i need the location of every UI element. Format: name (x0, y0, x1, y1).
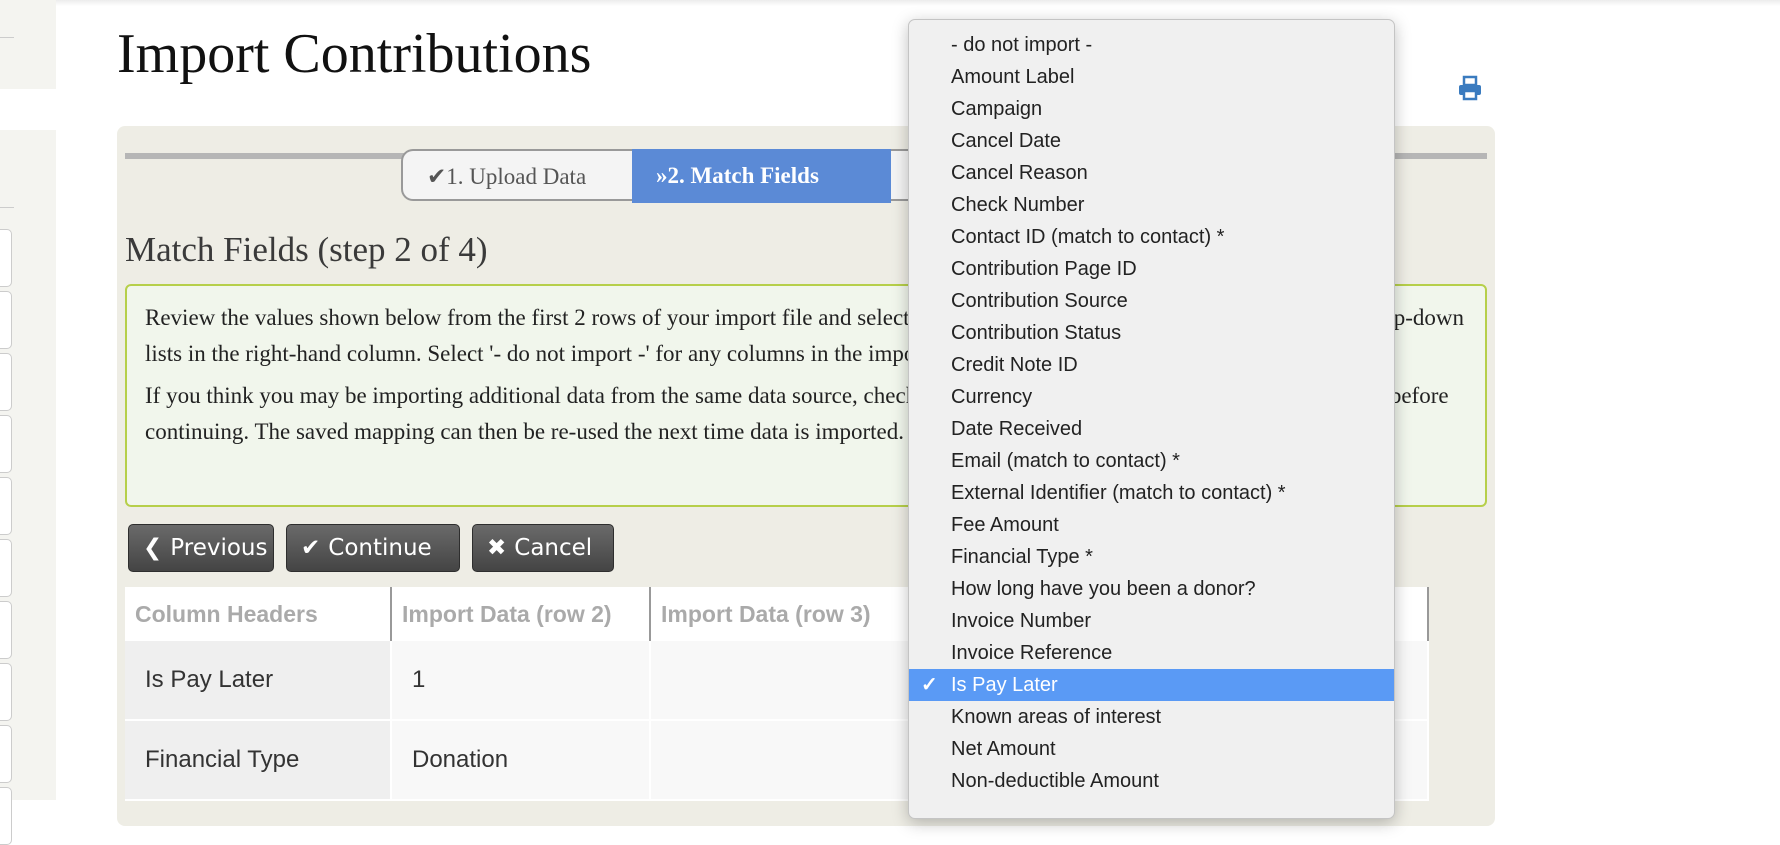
table-cell: Financial Type (125, 720, 392, 801)
continue-label: Continue (328, 535, 432, 561)
page-title: Import Contributions (117, 23, 592, 85)
dropdown-option[interactable]: ✓ Is Pay Later (909, 669, 1394, 701)
dropdown-option[interactable]: Net Amount (909, 733, 1394, 765)
sidebar-input[interactable] (0, 477, 12, 535)
tab-upload-data[interactable]: ✔1. Upload Data (401, 149, 632, 201)
option-label: Contact ID (match to contact) * (951, 226, 1225, 248)
dropdown-option[interactable]: Contribution Page ID (909, 253, 1394, 285)
option-label: How long have you been a donor? (951, 578, 1256, 600)
option-label: - do not import - (951, 34, 1093, 56)
option-label: Is Pay Later (951, 674, 1058, 696)
option-label: Date Received (951, 418, 1083, 440)
dropdown-option[interactable]: Check Number (909, 189, 1394, 221)
option-label: Non-deductible Amount (951, 770, 1159, 792)
dropdown-option[interactable]: Known areas of interest (909, 701, 1394, 733)
option-label: Credit Note ID (951, 354, 1078, 376)
section-title: Match Fields (step 2 of 4) (125, 230, 488, 269)
sidebar-input[interactable] (0, 787, 12, 845)
divider (0, 37, 14, 38)
sidebar (0, 0, 56, 845)
dropdown-option[interactable]: Invoice Number (909, 605, 1394, 637)
top-shadow (0, 0, 1780, 6)
dropdown-option[interactable]: Cancel Reason (909, 157, 1394, 189)
dropdown-option[interactable]: Contribution Status (909, 317, 1394, 349)
dropdown-option[interactable]: Invoice Reference (909, 637, 1394, 669)
dropdown-option[interactable]: Date Received (909, 413, 1394, 445)
option-label: Net Amount (951, 738, 1056, 760)
dropdown-option[interactable]: How long have you been a donor? (909, 573, 1394, 605)
divider (0, 207, 14, 208)
option-label: Check Number (951, 194, 1085, 216)
table-cell: Is Pay Later (125, 641, 392, 721)
option-label: Email (match to contact) * (951, 450, 1180, 472)
table-cell (650, 720, 910, 801)
column-header: Import Data (row 3) (650, 587, 910, 641)
dropdown-option[interactable]: Amount Label (909, 61, 1394, 93)
check-icon: ✔ (301, 535, 321, 561)
column-header: Column Headers (125, 587, 392, 641)
dropdown-option[interactable]: - do not import - (909, 29, 1394, 61)
table-cell (650, 641, 910, 721)
option-label: Contribution Page ID (951, 258, 1137, 280)
cancel-label: Cancel (514, 535, 593, 561)
sidebar-input[interactable] (0, 725, 12, 783)
close-icon: ✖ (487, 535, 507, 561)
continue-button[interactable]: ✔ Continue (286, 524, 460, 572)
field-dropdown-menu[interactable]: - do not import - Amount Label Campaign Can… (908, 19, 1395, 819)
option-label: Invoice Reference (951, 642, 1113, 664)
table-cell: 1 (391, 641, 651, 721)
previous-label: Previous (170, 535, 268, 561)
sidebar-input[interactable] (0, 663, 12, 721)
table-cell: Donation (391, 720, 651, 801)
dropdown-option[interactable]: External Identifier (match to contact) * (909, 477, 1394, 509)
dropdown-option[interactable]: Credit Note ID (909, 349, 1394, 381)
option-label: Contribution Status (951, 322, 1122, 344)
sidebar-input[interactable] (0, 291, 12, 349)
option-label: Financial Type * (951, 546, 1093, 568)
option-label: External Identifier (match to contact) * (951, 482, 1286, 504)
option-label: Cancel Reason (951, 162, 1088, 184)
dropdown-option[interactable]: Fee Amount (909, 509, 1394, 541)
column-header: Import Data (row 2) (391, 587, 651, 641)
sidebar-input[interactable] (0, 601, 12, 659)
sidebar-input[interactable] (0, 353, 12, 411)
dropdown-option[interactable]: Email (match to contact) * (909, 445, 1394, 477)
print-icon[interactable] (1457, 75, 1483, 101)
option-label: Invoice Number (951, 610, 1092, 632)
checkmark-icon: ✓ (921, 674, 938, 696)
sidebar-input[interactable] (0, 229, 12, 287)
sidebar-top-block (0, 0, 56, 89)
option-label: Fee Amount (951, 514, 1059, 536)
dropdown-option[interactable]: Financial Type * (909, 541, 1394, 573)
chevron-left-icon: ❮ (143, 535, 163, 561)
dropdown-option[interactable]: Cancel Date (909, 125, 1394, 157)
button-bar: ❮ Previous ✔ Continue ✖ Cancel (128, 524, 614, 572)
tab-match-fields[interactable]: »2. Match Fields (632, 149, 891, 203)
dropdown-option[interactable]: Campaign (909, 93, 1394, 125)
dropdown-option[interactable]: Contribution Source (909, 285, 1394, 317)
option-label: Currency (951, 386, 1033, 408)
cancel-button[interactable]: ✖ Cancel (472, 524, 614, 572)
sidebar-input[interactable] (0, 415, 12, 473)
option-label: Cancel Date (951, 130, 1062, 152)
dropdown-option[interactable]: Currency (909, 381, 1394, 413)
dropdown-option[interactable]: Contact ID (match to contact) * (909, 221, 1394, 253)
sidebar-input[interactable] (0, 539, 12, 597)
option-label: Amount Label (951, 66, 1075, 88)
previous-button[interactable]: ❮ Previous (128, 524, 274, 572)
option-label: Campaign (951, 98, 1043, 120)
option-label: Contribution Source (951, 290, 1128, 312)
dropdown-option[interactable]: Non-deductible Amount (909, 765, 1394, 797)
option-label: Known areas of interest (951, 706, 1162, 728)
